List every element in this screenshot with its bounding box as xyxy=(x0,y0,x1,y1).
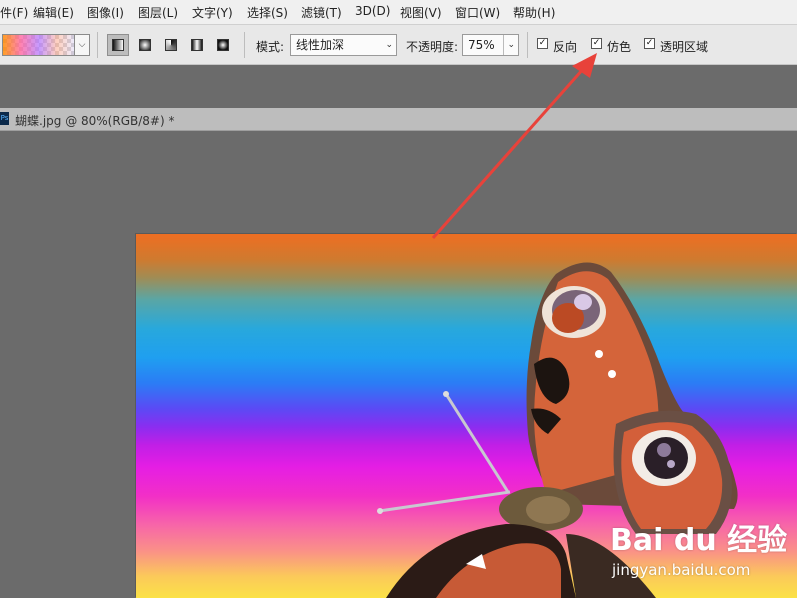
angle-gradient-button[interactable] xyxy=(160,34,182,56)
mode-select[interactable]: 线性加深 ⌄ xyxy=(290,34,397,56)
radial-gradient-icon xyxy=(139,39,151,51)
menu-type[interactable]: 文字(Y) xyxy=(192,4,233,21)
linear-gradient-button[interactable] xyxy=(107,34,129,56)
document-tab-bar: Ps 蝴蝶.jpg @ 80%(RGB/8#) * xyxy=(0,108,797,131)
menu-layer[interactable]: 图层(L) xyxy=(138,4,178,21)
reverse-checkbox[interactable]: ✓ xyxy=(537,38,548,49)
reflected-gradient-button[interactable] xyxy=(186,34,208,56)
document-tab[interactable]: 蝴蝶.jpg @ 80%(RGB/8#) * xyxy=(15,112,174,129)
mode-label: 模式: xyxy=(256,40,285,54)
diamond-gradient-icon xyxy=(217,39,229,51)
transparency-label: 透明区域 xyxy=(660,40,709,54)
divider xyxy=(244,32,245,58)
dither-label: 仿色 xyxy=(607,40,632,54)
gradient-picker-swatch[interactable] xyxy=(2,34,76,56)
opacity-field[interactable]: 75% ⌄ xyxy=(462,34,519,56)
menu-3d[interactable]: 3D(D) xyxy=(355,4,390,18)
reflected-gradient-icon xyxy=(191,39,203,51)
menu-file[interactable]: 件(F) xyxy=(0,4,28,21)
radial-gradient-button[interactable] xyxy=(134,34,156,56)
divider xyxy=(97,32,98,58)
mode-select-value: 线性加深 xyxy=(296,38,345,52)
dither-checkbox[interactable]: ✓ xyxy=(591,38,602,49)
options-bar: ⌵ 模式: 线性加深 ⌄ 不透明度: 75% ⌄ ✓ 反向 ✓ 仿色 ✓ 透明区… xyxy=(0,25,797,65)
menu-help[interactable]: 帮助(H) xyxy=(513,4,555,21)
menu-edit[interactable]: 编辑(E) xyxy=(33,4,74,21)
linear-gradient-icon xyxy=(112,39,124,51)
opacity-label: 不透明度: xyxy=(406,40,459,54)
menu-window[interactable]: 窗口(W) xyxy=(455,4,500,21)
opacity-value: 75% xyxy=(468,38,495,52)
reverse-label: 反向 xyxy=(553,40,578,54)
chevron-down-icon: ⌄ xyxy=(385,40,393,50)
watermark-url: jingyan.baidu.com xyxy=(612,561,751,579)
angle-gradient-icon xyxy=(165,39,177,51)
menu-filter[interactable]: 滤镜(T) xyxy=(301,4,342,21)
photoshop-file-icon: Ps xyxy=(0,112,9,125)
divider xyxy=(527,32,528,58)
menu-bar: 件(F) 编辑(E) 图像(I) 图层(L) 文字(Y) 选择(S) 滤镜(T)… xyxy=(0,0,797,25)
chevron-down-icon: ⌵ xyxy=(78,40,86,50)
document-canvas[interactable]: Bai du 经验 jingyan.baidu.com xyxy=(136,234,797,598)
menu-image[interactable]: 图像(I) xyxy=(87,4,124,21)
chevron-down-icon: ⌄ xyxy=(503,35,515,55)
gradient-picker-dropdown[interactable]: ⌵ xyxy=(74,34,90,56)
transparency-checkbox[interactable]: ✓ xyxy=(644,38,655,49)
menu-view[interactable]: 视图(V) xyxy=(400,4,442,21)
diamond-gradient-button[interactable] xyxy=(212,34,234,56)
baidu-logo: Bai du 经验 xyxy=(610,523,788,558)
menu-select[interactable]: 选择(S) xyxy=(247,4,288,21)
